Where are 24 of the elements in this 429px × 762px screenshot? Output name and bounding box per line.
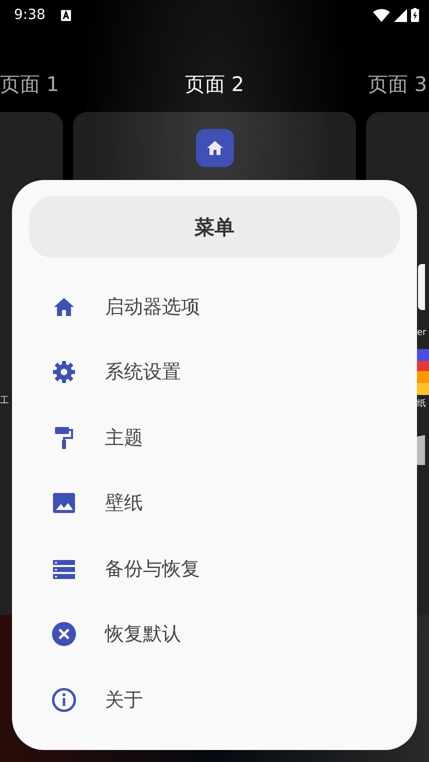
menu-item[interactable]: 系统设置 [29, 340, 400, 405]
app-label: 纸 [417, 399, 426, 410]
menu-title: 菜单 [29, 196, 400, 258]
wifi-icon [373, 8, 390, 22]
app-label: 工 [0, 396, 9, 407]
keyboard-icon [61, 10, 72, 20]
status-time: 9:38 [14, 6, 46, 24]
battery-icon [411, 8, 419, 22]
palette-icon [417, 349, 429, 395]
menu-item[interactable]: 主题 [29, 405, 400, 470]
menu-item[interactable]: 恢复默认 [29, 602, 400, 667]
menu-item[interactable]: 备份与恢复 [29, 536, 400, 602]
signal-icon [394, 8, 407, 22]
menu-item[interactable]: 关于 [29, 667, 400, 732]
menu-item[interactable]: 壁纸 [29, 470, 400, 536]
info-icon [51, 686, 77, 713]
page-tab[interactable]: 页面 1 [0, 72, 60, 96]
app-label: er [417, 328, 426, 339]
page-tab[interactable]: 页面 2 [185, 72, 244, 96]
close-icon [51, 621, 77, 648]
home-app-icon[interactable] [196, 129, 234, 167]
page-tab[interactable]: 页面 3 [368, 72, 428, 96]
gear-icon [51, 359, 77, 386]
menu-item[interactable]: 启动器选项 [29, 274, 400, 340]
